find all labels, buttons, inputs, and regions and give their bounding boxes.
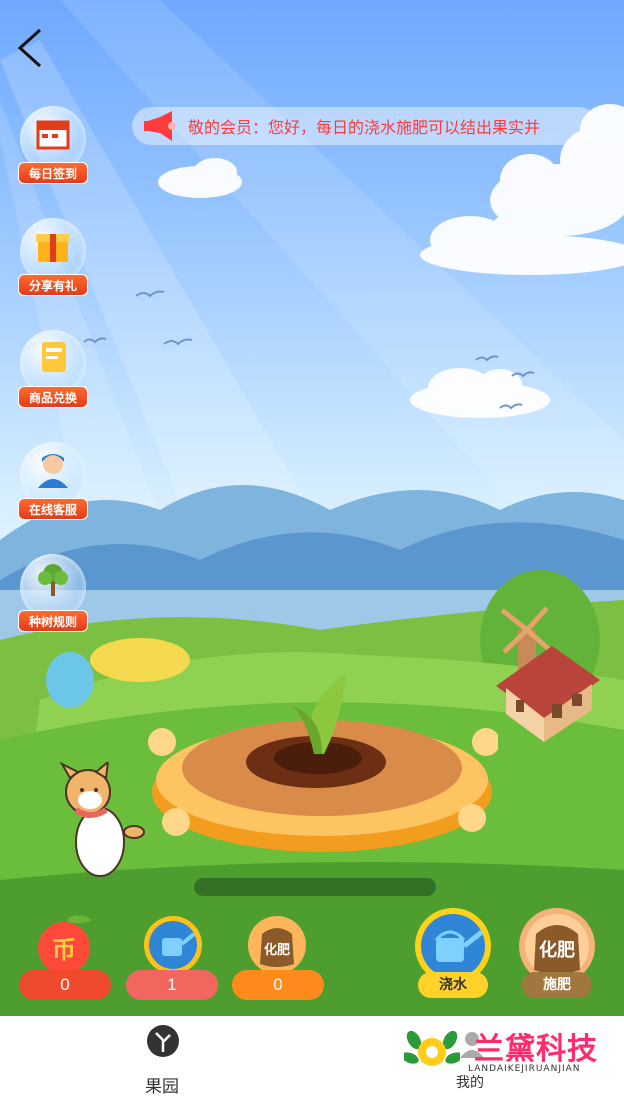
side-item-label: 分享有礼 [18, 274, 88, 296]
side-item-label: 在线客服 [18, 498, 88, 520]
fertilizer-bag-icon: 化肥 [248, 916, 306, 974]
card-icon [42, 342, 66, 372]
side-item-rules[interactable]: 种树规则 [18, 554, 88, 634]
side-item-label: 商品兑换 [18, 386, 88, 408]
back-arrow-icon[interactable] [14, 26, 50, 70]
notice-text: 敬的会员：您好，每日的浇水施肥可以结出果实并 [188, 118, 541, 137]
water-button[interactable]: 浇水 [410, 906, 496, 1002]
tree-planter [148, 674, 498, 852]
orchard-tab-icon [147, 1025, 179, 1057]
brand-logo-icon [404, 1030, 460, 1066]
tab-orchard[interactable]: 果园 [102, 1016, 222, 1098]
brand-watermark: 兰黛科技 LANDAIKEJIRUANJIAN [404, 1022, 604, 1078]
fertilizer-count: 0 [232, 970, 324, 1000]
megaphone-icon [144, 111, 176, 141]
water-button-label: 浇水 [418, 972, 488, 998]
gift-icon [36, 234, 70, 262]
brand-subtitle: LANDAIKEJIRUANJIAN [468, 1064, 581, 1074]
app-root: 敬的会员：您好，每日的浇水施肥可以结出果实并 每日签到 分享有礼 商品兑换 在线… [0, 0, 624, 1106]
fertilizer-text: 化肥 [264, 942, 290, 958]
side-item-share[interactable]: 分享有礼 [18, 218, 88, 298]
water-count: 1 [126, 970, 218, 1000]
tab-orchard-label: 果园 [145, 1077, 179, 1097]
notice-bar: 敬的会员：您好，每日的浇水施肥可以结出果实并 [132, 107, 598, 145]
coin-apple-icon: 币 [38, 915, 92, 974]
coin-text: 币 [52, 936, 76, 964]
side-item-label: 每日签到 [18, 162, 88, 184]
brand-name: 兰黛科技 [474, 1032, 598, 1067]
orchard-scene [0, 0, 624, 1016]
house-illustration [496, 606, 600, 742]
side-item-exchange[interactable]: 商品兑换 [18, 330, 88, 410]
fertilize-button-label: 施肥 [522, 972, 592, 998]
growth-progress-bar [194, 878, 436, 896]
fertilize-button[interactable]: 化肥 施肥 [514, 906, 600, 1002]
dog-illustration [59, 762, 145, 877]
side-item-service[interactable]: 在线客服 [18, 442, 88, 522]
clouds [83, 104, 624, 418]
side-item-label: 种树规则 [18, 610, 88, 632]
fertilize-icon-text: 化肥 [539, 939, 575, 961]
side-item-checkin[interactable]: 每日签到 [18, 106, 88, 186]
agent-icon [38, 454, 68, 488]
calendar-icon [36, 120, 70, 150]
coin-count: 0 [19, 970, 111, 1000]
tree-icon [38, 564, 68, 596]
watering-can-icon [144, 916, 202, 974]
